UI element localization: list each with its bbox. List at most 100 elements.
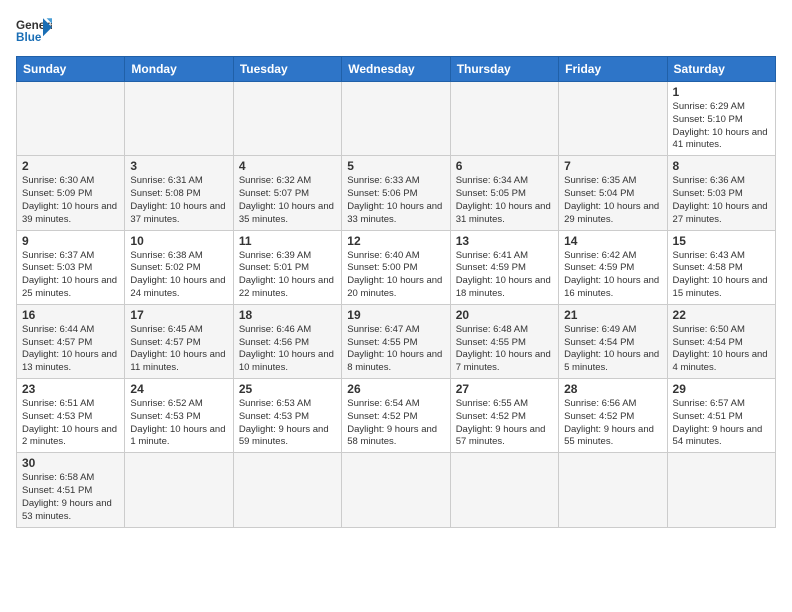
day-number: 23 (22, 382, 119, 396)
day-info: Sunrise: 6:49 AM Sunset: 4:54 PM Dayligh… (564, 324, 661, 375)
calendar-cell: 21 Sunrise: 6:49 AM Sunset: 4:54 PM Dayli… (559, 304, 667, 378)
calendar-week-4: 16 Sunrise: 6:44 AM Sunset: 4:57 PM Dayli… (17, 304, 776, 378)
calendar-cell (450, 453, 558, 527)
day-info: Sunrise: 6:57 AM Sunset: 4:51 PM Dayligh… (673, 398, 770, 449)
day-number: 4 (239, 159, 336, 173)
day-number: 6 (456, 159, 553, 173)
day-info: Sunrise: 6:39 AM Sunset: 5:01 PM Dayligh… (239, 250, 336, 301)
calendar-cell: 11 Sunrise: 6:39 AM Sunset: 5:01 PM Dayli… (233, 230, 341, 304)
day-number: 12 (347, 234, 444, 248)
day-number: 18 (239, 308, 336, 322)
calendar-cell (342, 82, 450, 156)
day-number: 14 (564, 234, 661, 248)
day-info: Sunrise: 6:31 AM Sunset: 5:08 PM Dayligh… (130, 175, 227, 226)
calendar-page: General Blue SundayMondayTuesdayWednesda… (0, 0, 792, 612)
calendar-cell: 13Sunrise: 6:41 AM Sunset: 4:59 PM Dayli… (450, 230, 558, 304)
calendar-cell: 22 Sunrise: 6:50 AM Sunset: 4:54 PM Dayli… (667, 304, 775, 378)
calendar-header-row: SundayMondayTuesdayWednesdayThursdayFrid… (17, 57, 776, 82)
calendar-cell: 1 Sunrise: 6:29 AM Sunset: 5:10 PM Daylig… (667, 82, 775, 156)
calendar-cell (667, 453, 775, 527)
day-number: 28 (564, 382, 661, 396)
calendar-cell (125, 453, 233, 527)
day-info: Sunrise: 6:35 AM Sunset: 5:04 PM Dayligh… (564, 175, 661, 226)
day-header-thursday: Thursday (450, 57, 558, 82)
calendar-cell: 28 Sunrise: 6:56 AM Sunset: 4:52 PM Dayli… (559, 379, 667, 453)
calendar-cell (559, 453, 667, 527)
logo: General Blue (16, 16, 52, 44)
day-number: 19 (347, 308, 444, 322)
day-info: Sunrise: 6:58 AM Sunset: 4:51 PM Dayligh… (22, 472, 119, 523)
calendar-cell: 8 Sunrise: 6:36 AM Sunset: 5:03 PM Daylig… (667, 156, 775, 230)
calendar-week-2: 2 Sunrise: 6:30 AM Sunset: 5:09 PM Daylig… (17, 156, 776, 230)
day-number: 29 (673, 382, 770, 396)
calendar-cell: 12 Sunrise: 6:40 AM Sunset: 5:00 PM Dayli… (342, 230, 450, 304)
day-number: 11 (239, 234, 336, 248)
day-number: 5 (347, 159, 444, 173)
day-info: Sunrise: 6:34 AM Sunset: 5:05 PM Dayligh… (456, 175, 553, 226)
calendar-cell: 6 Sunrise: 6:34 AM Sunset: 5:05 PM Daylig… (450, 156, 558, 230)
day-number: 20 (456, 308, 553, 322)
day-info: Sunrise: 6:36 AM Sunset: 5:03 PM Dayligh… (673, 175, 770, 226)
day-header-saturday: Saturday (667, 57, 775, 82)
calendar-week-5: 23Sunrise: 6:51 AM Sunset: 4:53 PM Dayli… (17, 379, 776, 453)
day-info: Sunrise: 6:54 AM Sunset: 4:52 PM Dayligh… (347, 398, 444, 449)
calendar-cell: 7Sunrise: 6:35 AM Sunset: 5:04 PM Daylig… (559, 156, 667, 230)
calendar-cell: 3Sunrise: 6:31 AM Sunset: 5:08 PM Daylig… (125, 156, 233, 230)
calendar-week-6: 30 Sunrise: 6:58 AM Sunset: 4:51 PM Dayli… (17, 453, 776, 527)
day-number: 22 (673, 308, 770, 322)
day-info: Sunrise: 6:32 AM Sunset: 5:07 PM Dayligh… (239, 175, 336, 226)
calendar-cell (17, 82, 125, 156)
day-info: Sunrise: 6:45 AM Sunset: 4:57 PM Dayligh… (130, 324, 227, 375)
day-info: Sunrise: 6:30 AM Sunset: 5:09 PM Dayligh… (22, 175, 119, 226)
day-info: Sunrise: 6:53 AM Sunset: 4:53 PM Dayligh… (239, 398, 336, 449)
day-info: Sunrise: 6:50 AM Sunset: 4:54 PM Dayligh… (673, 324, 770, 375)
day-header-monday: Monday (125, 57, 233, 82)
day-info: Sunrise: 6:55 AM Sunset: 4:52 PM Dayligh… (456, 398, 553, 449)
calendar-cell: 19Sunrise: 6:47 AM Sunset: 4:55 PM Dayli… (342, 304, 450, 378)
day-number: 10 (130, 234, 227, 248)
calendar-cell (450, 82, 558, 156)
day-header-tuesday: Tuesday (233, 57, 341, 82)
calendar-cell: 17 Sunrise: 6:45 AM Sunset: 4:57 PM Dayli… (125, 304, 233, 378)
day-number: 21 (564, 308, 661, 322)
day-info: Sunrise: 6:44 AM Sunset: 4:57 PM Dayligh… (22, 324, 119, 375)
day-number: 26 (347, 382, 444, 396)
calendar-cell: 2 Sunrise: 6:30 AM Sunset: 5:09 PM Daylig… (17, 156, 125, 230)
day-number: 2 (22, 159, 119, 173)
calendar-cell: 4 Sunrise: 6:32 AM Sunset: 5:07 PM Daylig… (233, 156, 341, 230)
calendar-cell: 15Sunrise: 6:43 AM Sunset: 4:58 PM Dayli… (667, 230, 775, 304)
calendar-cell: 26 Sunrise: 6:54 AM Sunset: 4:52 PM Dayli… (342, 379, 450, 453)
calendar-cell (559, 82, 667, 156)
calendar-cell: 24Sunrise: 6:52 AM Sunset: 4:53 PM Dayli… (125, 379, 233, 453)
calendar-cell: 23Sunrise: 6:51 AM Sunset: 4:53 PM Dayli… (17, 379, 125, 453)
day-number: 30 (22, 456, 119, 470)
day-header-sunday: Sunday (17, 57, 125, 82)
calendar-cell: 16 Sunrise: 6:44 AM Sunset: 4:57 PM Dayli… (17, 304, 125, 378)
day-number: 16 (22, 308, 119, 322)
day-info: Sunrise: 6:33 AM Sunset: 5:06 PM Dayligh… (347, 175, 444, 226)
calendar-cell: 30 Sunrise: 6:58 AM Sunset: 4:51 PM Dayli… (17, 453, 125, 527)
day-info: Sunrise: 6:29 AM Sunset: 5:10 PM Dayligh… (673, 101, 770, 152)
day-info: Sunrise: 6:42 AM Sunset: 4:59 PM Dayligh… (564, 250, 661, 301)
calendar-cell: 18Sunrise: 6:46 AM Sunset: 4:56 PM Dayli… (233, 304, 341, 378)
calendar-week-1: 1 Sunrise: 6:29 AM Sunset: 5:10 PM Daylig… (17, 82, 776, 156)
calendar-cell: 10 Sunrise: 6:38 AM Sunset: 5:02 PM Dayli… (125, 230, 233, 304)
day-number: 8 (673, 159, 770, 173)
day-info: Sunrise: 6:40 AM Sunset: 5:00 PM Dayligh… (347, 250, 444, 301)
calendar-cell (233, 453, 341, 527)
day-info: Sunrise: 6:38 AM Sunset: 5:02 PM Dayligh… (130, 250, 227, 301)
day-number: 17 (130, 308, 227, 322)
calendar-cell: 14 Sunrise: 6:42 AM Sunset: 4:59 PM Dayli… (559, 230, 667, 304)
calendar-cell (233, 82, 341, 156)
day-header-wednesday: Wednesday (342, 57, 450, 82)
calendar-cell: 29 Sunrise: 6:57 AM Sunset: 4:51 PM Dayli… (667, 379, 775, 453)
calendar-cell: 9Sunrise: 6:37 AM Sunset: 5:03 PM Daylig… (17, 230, 125, 304)
day-info: Sunrise: 6:56 AM Sunset: 4:52 PM Dayligh… (564, 398, 661, 449)
logo-icon: General Blue (16, 16, 52, 44)
day-header-friday: Friday (559, 57, 667, 82)
day-number: 25 (239, 382, 336, 396)
day-number: 1 (673, 85, 770, 99)
calendar-table: SundayMondayTuesdayWednesdayThursdayFrid… (16, 56, 776, 528)
calendar-cell (342, 453, 450, 527)
day-info: Sunrise: 6:52 AM Sunset: 4:53 PM Dayligh… (130, 398, 227, 449)
